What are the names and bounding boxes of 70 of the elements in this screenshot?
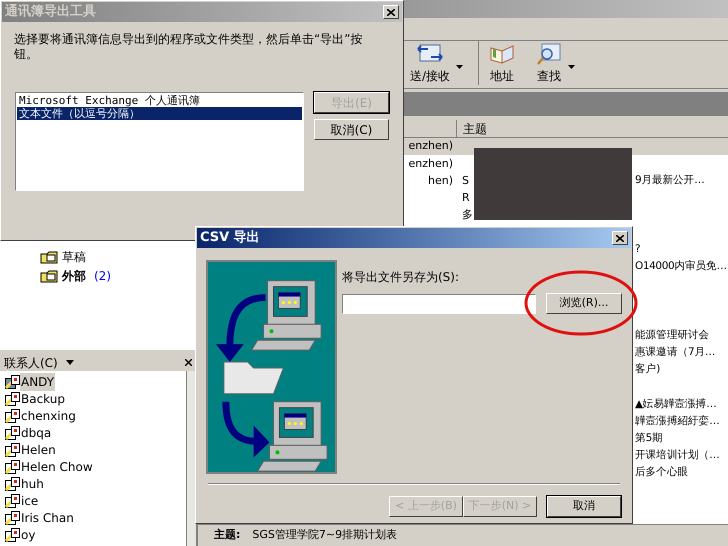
contact-card-icon <box>5 528 20 542</box>
subject-cell-text: 韡壼漲搏紹紆娈… <box>635 414 720 429</box>
browse-button[interactable]: 浏览(R)... <box>546 293 622 314</box>
dropdown-caret-icon[interactable] <box>456 65 464 69</box>
subject-cell-text: 开课培训计划（… <box>635 448 720 464</box>
subject-cell-text: 第5期 <box>635 430 662 446</box>
close-icon <box>387 8 395 16</box>
subject-cell-text: O14000内审员免… <box>635 259 727 274</box>
subject-cell-text: ? <box>635 242 640 257</box>
unread-count: (2) <box>94 268 111 284</box>
toolbar-button[interactable]: 送/接收 <box>410 41 478 85</box>
subject-cell-text: 多 <box>462 207 473 224</box>
contact-card-icon <box>5 494 20 508</box>
contact-card-icon <box>5 408 20 422</box>
dialog-button[interactable]: 取消(C) <box>314 119 389 140</box>
subject-cell-text: 客户) <box>635 362 660 378</box>
folder-name[interactable]: 草稿 <box>62 248 86 266</box>
magnifier-icon <box>536 43 562 65</box>
toolbar-button[interactable]: 查找 <box>536 41 604 85</box>
subject-cell-text: 后多个心眼 <box>635 465 688 480</box>
folder-name[interactable]: 外部 <box>62 266 86 284</box>
file-path-field[interactable] <box>342 294 536 314</box>
contact-item[interactable]: huh <box>20 474 45 492</box>
close-icon <box>616 234 624 242</box>
wizard-button[interactable]: 取消 <box>547 496 621 517</box>
instruction-text: 选择要将通讯簿信息导出到的程序或文件类型，然后单击“导出”按钮。 <box>13 31 364 62</box>
contact-card-icon <box>5 476 20 490</box>
contact-item[interactable]: ANDY <box>20 372 56 390</box>
close-button[interactable] <box>612 231 628 245</box>
contact-card-icon <box>5 442 20 456</box>
column-header[interactable]: 主题 <box>457 120 728 138</box>
contact-item[interactable]: Helen <box>20 440 57 458</box>
dropdown-caret-icon[interactable] <box>66 360 74 365</box>
subject-cell-text: R <box>462 190 470 206</box>
dropdown-caret-icon[interactable] <box>568 65 575 69</box>
close-button[interactable] <box>383 5 399 19</box>
scrollbar[interactable] <box>186 371 196 546</box>
contact-card-icon <box>5 392 20 406</box>
subject-cell-text: S <box>462 172 469 189</box>
subject-cell-text: 能源管理研讨会 <box>635 328 710 343</box>
preview-label: 主题: <box>214 527 240 544</box>
sender-cell-text: hen) <box>428 172 453 189</box>
dialog-title: 通讯簿导出工具 <box>5 3 96 22</box>
contact-card-icon <box>5 426 20 440</box>
preview-subject: SGS管理学院7~9排期计划表 <box>252 527 398 544</box>
close-icon[interactable] <box>185 359 192 366</box>
open-book-icon <box>489 43 515 65</box>
folder-icon <box>40 250 58 264</box>
field-label: 将导出文件另存为(S): <box>342 269 460 286</box>
contact-item[interactable]: dbqa <box>20 424 52 442</box>
contact-item[interactable]: chenxing <box>20 406 77 424</box>
contact-card-icon <box>5 374 20 388</box>
sender-cell-text: enzhen) <box>408 156 453 172</box>
folder-icon <box>40 268 58 282</box>
list-item[interactable]: Microsoft Exchange 个人通讯簿 <box>17 94 302 107</box>
subject-cell-text: 惠课邀请（7月… <box>635 344 715 360</box>
contact-card-icon <box>5 460 20 474</box>
contact-item[interactable]: ice <box>20 492 40 510</box>
export-target-list[interactable]: Microsoft Exchange 个人通讯簿 文本文件（以逗号分隔） <box>15 92 304 191</box>
sender-cell-text: enzhen) <box>408 138 453 154</box>
dialog-title: CSV 导出 <box>200 229 260 248</box>
contact-card-icon <box>5 510 20 524</box>
subject-cell-text: ▲妘易韡壼漲搏… <box>635 396 716 412</box>
contact-item[interactable]: Helen Chow <box>20 458 94 476</box>
contact-item[interactable]: oy <box>20 526 36 544</box>
subject-cell-text: 9月最新公开… <box>635 173 704 188</box>
contact-item[interactable]: Iris Chan <box>20 508 75 526</box>
toolbar-button[interactable]: 地址 <box>478 41 536 85</box>
list-item[interactable]: 文本文件（以逗号分隔） <box>17 107 302 120</box>
contact-item[interactable]: Backup <box>20 390 66 408</box>
